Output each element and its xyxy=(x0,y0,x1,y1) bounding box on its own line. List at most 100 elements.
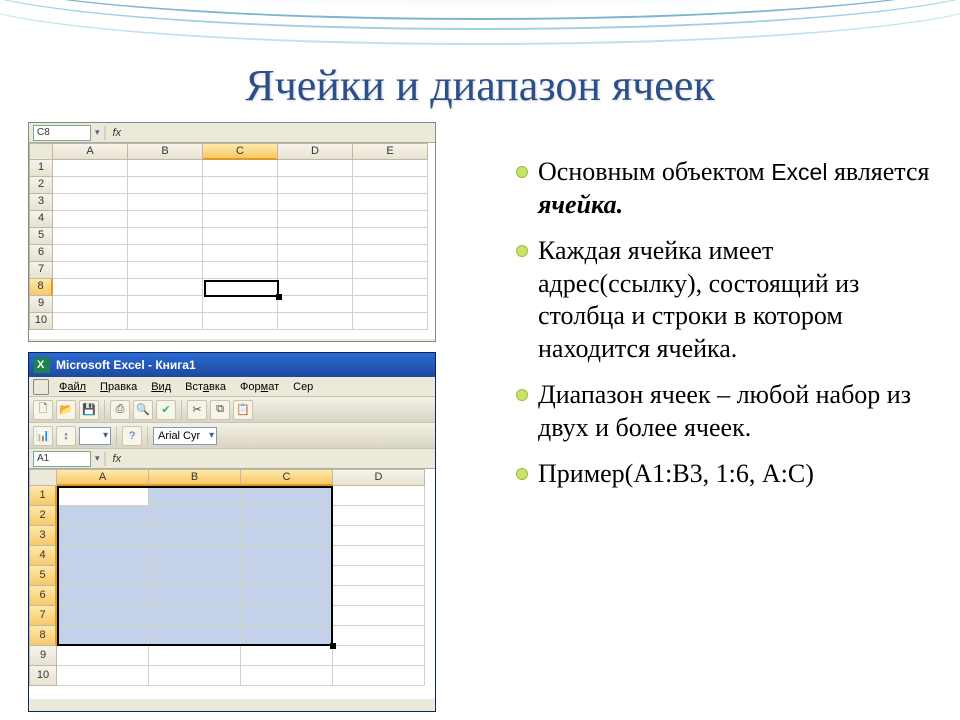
fx-icon[interactable]: fx xyxy=(110,127,125,139)
cell-C6[interactable] xyxy=(203,245,278,262)
row-header-8[interactable]: 8 xyxy=(29,279,53,296)
cell-D4[interactable] xyxy=(278,211,353,228)
preview-icon[interactable]: 🔍 xyxy=(133,400,153,420)
cell-C5[interactable] xyxy=(203,228,278,245)
row-header-10[interactable]: 10 xyxy=(29,666,57,686)
col-header-E[interactable]: E xyxy=(353,143,428,160)
cell-A4[interactable] xyxy=(53,211,128,228)
row-header-9[interactable]: 9 xyxy=(29,646,57,666)
cell-D6[interactable] xyxy=(333,586,425,606)
row-header-3[interactable]: 3 xyxy=(29,194,53,211)
cell-A10[interactable] xyxy=(53,313,128,330)
row-header-4[interactable]: 4 xyxy=(29,211,53,228)
row-header-9[interactable]: 9 xyxy=(29,296,53,313)
cell-E2[interactable] xyxy=(353,177,428,194)
font-combo[interactable]: Arial Cyr xyxy=(153,427,217,445)
menu-view[interactable]: Вид xyxy=(145,380,177,394)
cell-C9[interactable] xyxy=(203,296,278,313)
fx-icon[interactable]: fx xyxy=(110,453,125,465)
spellcheck-icon[interactable]: ✔ xyxy=(156,400,176,420)
menu-format[interactable]: Формат xyxy=(234,380,285,394)
row-header-5[interactable]: 5 xyxy=(29,228,53,245)
cell-A3[interactable] xyxy=(53,194,128,211)
cell-A1[interactable] xyxy=(53,160,128,177)
col-header-A[interactable]: A xyxy=(53,143,128,160)
cell-D5[interactable] xyxy=(333,566,425,586)
zoom-combo[interactable] xyxy=(79,427,111,445)
cell-D1[interactable] xyxy=(333,486,425,506)
row-header-2[interactable]: 2 xyxy=(29,177,53,194)
cell-E6[interactable] xyxy=(353,245,428,262)
row-header-6[interactable]: 6 xyxy=(29,245,53,262)
cell-E3[interactable] xyxy=(353,194,428,211)
cell-D5[interactable] xyxy=(278,228,353,245)
menu-bar[interactable]: Файл Правка Вид Вставка Формат Сер xyxy=(29,377,435,397)
row-header-1[interactable]: 1 xyxy=(29,160,53,177)
dropdown-icon[interactable]: ▾ xyxy=(95,453,100,464)
cell-D9[interactable] xyxy=(333,646,425,666)
cell-E10[interactable] xyxy=(353,313,428,330)
cell-B5[interactable] xyxy=(128,228,203,245)
paste-icon[interactable]: 📋 xyxy=(233,400,253,420)
cell-A5[interactable] xyxy=(53,228,128,245)
cell-B9[interactable] xyxy=(128,296,203,313)
standard-toolbar[interactable]: 🗋 📂 💾 ⎙ 🔍 ✔ ✂ ⧉ 📋 xyxy=(29,397,435,423)
cell-C10[interactable] xyxy=(241,666,333,686)
col-header-B[interactable]: B xyxy=(128,143,203,160)
cell-C3[interactable] xyxy=(203,194,278,211)
cell-D1[interactable] xyxy=(278,160,353,177)
cell-B2[interactable] xyxy=(128,177,203,194)
select-all-corner[interactable] xyxy=(29,469,57,486)
cell-D9[interactable] xyxy=(278,296,353,313)
row-header-6[interactable]: 6 xyxy=(29,586,57,606)
row-header-10[interactable]: 10 xyxy=(29,313,53,330)
new-icon[interactable]: 🗋 xyxy=(33,400,53,420)
cell-D8[interactable] xyxy=(333,626,425,646)
col-header-C[interactable]: C xyxy=(203,143,278,160)
cell-C7[interactable] xyxy=(203,262,278,279)
save-icon[interactable]: 💾 xyxy=(79,400,99,420)
cell-E4[interactable] xyxy=(353,211,428,228)
open-icon[interactable]: 📂 xyxy=(56,400,76,420)
cell-B4[interactable] xyxy=(128,211,203,228)
chart-icon[interactable]: 📊 xyxy=(33,426,53,446)
cell-B7[interactable] xyxy=(128,262,203,279)
row-header-7[interactable]: 7 xyxy=(29,262,53,279)
cell-E1[interactable] xyxy=(353,160,428,177)
cell-A9[interactable] xyxy=(53,296,128,313)
cell-C1[interactable] xyxy=(203,160,278,177)
formatting-toolbar[interactable]: 📊 ↕ ? Arial Cyr xyxy=(29,423,435,449)
cell-D10[interactable] xyxy=(333,666,425,686)
cell-D7[interactable] xyxy=(278,262,353,279)
fill-handle-icon[interactable] xyxy=(276,294,282,300)
menu-file[interactable]: Файл xyxy=(53,380,92,394)
menu-insert[interactable]: Вставка xyxy=(179,380,232,394)
select-all-corner[interactable] xyxy=(29,143,53,160)
cell-A8[interactable] xyxy=(53,279,128,296)
sort-icon[interactable]: ↕ xyxy=(56,426,76,446)
active-cell-C8[interactable] xyxy=(204,280,279,297)
row-header-7[interactable]: 7 xyxy=(29,606,57,626)
cell-A9[interactable] xyxy=(57,646,149,666)
cell-B9[interactable] xyxy=(149,646,241,666)
cell-B1[interactable] xyxy=(128,160,203,177)
cell-B6[interactable] xyxy=(128,245,203,262)
cell-B3[interactable] xyxy=(128,194,203,211)
cell-C10[interactable] xyxy=(203,313,278,330)
fill-handle-icon[interactable] xyxy=(330,643,336,649)
worksheet-grid[interactable]: A B C D 12345678910 xyxy=(29,469,435,699)
cell-E9[interactable] xyxy=(353,296,428,313)
name-box[interactable]: C8 xyxy=(33,125,91,141)
cell-D8[interactable] xyxy=(278,279,353,296)
cell-A10[interactable] xyxy=(57,666,149,686)
copy-icon[interactable]: ⧉ xyxy=(210,400,230,420)
cell-D6[interactable] xyxy=(278,245,353,262)
cell-A6[interactable] xyxy=(53,245,128,262)
cell-C9[interactable] xyxy=(241,646,333,666)
row-header-3[interactable]: 3 xyxy=(29,526,57,546)
dropdown-icon[interactable]: ▾ xyxy=(95,127,100,138)
cell-C2[interactable] xyxy=(203,177,278,194)
col-header-C[interactable]: C xyxy=(241,469,333,486)
cell-A2[interactable] xyxy=(53,177,128,194)
cell-B10[interactable] xyxy=(128,313,203,330)
